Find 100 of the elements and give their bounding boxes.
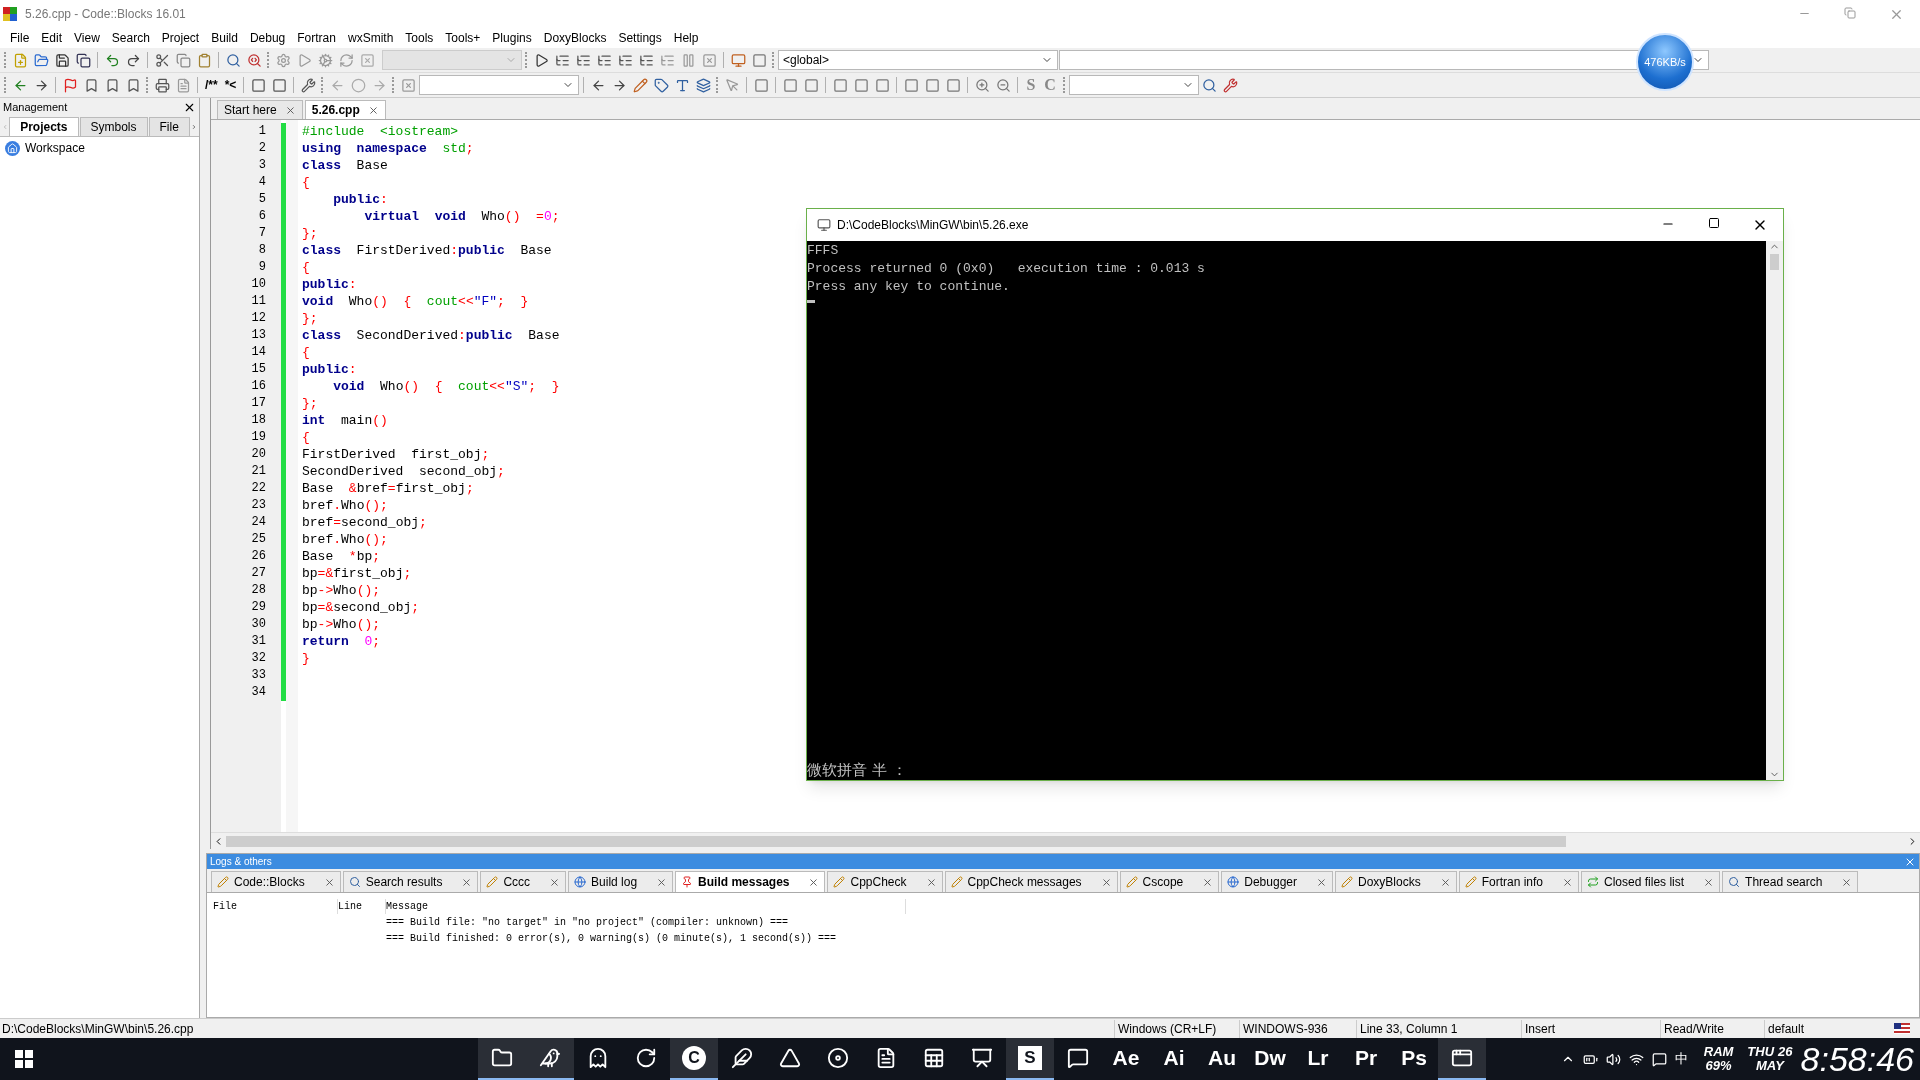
code-line: bref=second_obj; <box>302 514 427 531</box>
comment-button[interactable]: /** <box>202 76 221 94</box>
panel-tab[interactable]: Symbols <box>79 117 148 136</box>
code-line: bp->Who(); <box>302 582 381 599</box>
taskbar-app[interactable] <box>1438 1038 1486 1080</box>
log-tab[interactable]: Build messages <box>675 871 826 892</box>
scroll-thumb[interactable] <box>1770 254 1779 270</box>
page-icon <box>1125 876 1138 888</box>
globe-icon <box>1227 876 1240 888</box>
editor-tab[interactable]: Start here <box>217 100 303 119</box>
taskbar-app[interactable]: Dw <box>1246 1038 1294 1080</box>
close-icon <box>1316 876 1327 888</box>
menu-item[interactable]: Build <box>205 29 244 47</box>
menu-item[interactable]: Fortran <box>291 29 342 47</box>
log-tab[interactable]: Search results <box>342 871 479 892</box>
menu-item[interactable]: Search <box>105 29 156 47</box>
panel-tab[interactable]: Projects <box>9 117 79 136</box>
taskbar-app[interactable]: Ai <box>1150 1038 1198 1080</box>
console-line: Press any key to continue. <box>807 278 1011 296</box>
log-tab[interactable]: CppCheck <box>827 871 943 892</box>
log-tab[interactable]: Thread search <box>1722 871 1859 892</box>
vertical-scrollbar[interactable] <box>1766 241 1783 780</box>
log-tab[interactable]: Closed files list <box>1581 871 1721 892</box>
taskbar-app[interactable]: Au <box>1198 1038 1246 1080</box>
code-line: bref.Who(); <box>302 531 388 548</box>
line-number: 30 <box>251 616 266 633</box>
code-line: public: <box>302 361 357 378</box>
code-line: FirstDerived first_obj; <box>302 446 490 463</box>
speaker-icon[interactable] <box>1605 1051 1621 1067</box>
status-access: Read/Write <box>1660 1019 1764 1038</box>
menu-item[interactable]: Project <box>155 29 206 47</box>
status-line-endings: Windows (CR+LF) <box>1114 1019 1239 1038</box>
line-number: 14 <box>251 344 266 361</box>
log-tab[interactable]: Debugger <box>1221 871 1333 892</box>
line-number: 34 <box>251 684 266 701</box>
close-icon <box>808 876 820 888</box>
column-header[interactable]: File <box>213 898 338 914</box>
menu-item[interactable]: Edit <box>35 29 69 47</box>
menu-item[interactable]: View <box>68 29 106 47</box>
workspace-icon <box>5 140 20 156</box>
table-cell-text: === Build finished: 0 error(s), 0 warning(s) (0 minute(s), 1 second(s)) === <box>386 931 837 946</box>
panel-tab[interactable]: File <box>148 117 190 136</box>
date-label: 26 <box>1778 1045 1793 1059</box>
taskbar-app[interactable]: C <box>670 1038 718 1080</box>
taskbar-app[interactable]: Ae <box>1102 1038 1150 1080</box>
menu-item[interactable]: Debug <box>243 29 292 47</box>
maximize-icon[interactable] <box>1708 217 1720 229</box>
line-number: 20 <box>251 446 266 463</box>
menu-item[interactable]: Tools <box>399 29 440 47</box>
log-tab[interactable]: Code::Blocks <box>211 871 341 892</box>
month-label: MAY <box>1756 1059 1784 1073</box>
menu-item[interactable]: Help <box>667 29 705 47</box>
column-header[interactable]: Line <box>338 898 386 914</box>
ram-label: RAM <box>1703 1045 1734 1059</box>
log-tab[interactable]: Cscope <box>1119 871 1220 892</box>
menu-item[interactable]: Plugins <box>486 29 538 47</box>
column-header[interactable]: Message <box>386 898 906 914</box>
menu-item[interactable]: Tools+ <box>439 29 487 47</box>
menu-item[interactable]: DoxyBlocks <box>537 29 613 47</box>
taskbar-app[interactable]: Lr <box>1294 1038 1342 1080</box>
comment-button[interactable]: *< <box>221 76 240 94</box>
log-tab[interactable]: DoxyBlocks <box>1335 871 1457 892</box>
globe-icon <box>574 876 587 888</box>
taskbar-app[interactable] <box>526 1038 574 1080</box>
scope-dropdown[interactable]: <global> <box>778 50 1058 70</box>
log-tab[interactable]: Fortran info <box>1458 871 1580 892</box>
wifi-icon[interactable] <box>1628 1051 1644 1067</box>
code-line: bp=&first_obj; <box>302 565 412 582</box>
menu-item[interactable]: Settings <box>612 29 668 47</box>
folder-icon <box>491 1047 513 1069</box>
taskbar-app[interactable]: S <box>1006 1038 1054 1080</box>
taskbar-app[interactable]: Pr <box>1342 1038 1390 1080</box>
ime-indicator[interactable]: 中 <box>1674 1049 1688 1069</box>
chat-icon <box>1067 1047 1089 1069</box>
menu-item[interactable]: File <box>4 29 36 47</box>
line-number: 12 <box>251 310 266 327</box>
code-line: virtual void Who() =0; <box>363 208 560 225</box>
menu-item[interactable]: wxSmith <box>341 29 400 47</box>
line-number: 33 <box>251 667 266 684</box>
code-line: Base *bp; <box>302 548 381 565</box>
close-icon <box>284 104 296 116</box>
log-tab[interactable]: Build log <box>568 871 674 892</box>
close-icon <box>323 876 335 888</box>
editor-tab[interactable]: 5.26.cpp <box>304 100 386 119</box>
line-number: 7 <box>258 225 266 242</box>
log-tab[interactable]: CppCheck messages <box>944 871 1118 892</box>
taskbar-app[interactable] <box>478 1038 526 1080</box>
close-icon <box>925 876 937 888</box>
page-icon <box>217 876 229 888</box>
line-number: 11 <box>251 293 266 310</box>
bird-icon <box>731 1047 753 1069</box>
code-line: { <box>302 344 310 361</box>
line-number: 8 <box>258 242 266 259</box>
notification-icon[interactable] <box>1651 1051 1667 1067</box>
symbol-dropdown[interactable] <box>1059 50 1709 70</box>
log-tab[interactable]: Cccc <box>480 871 567 892</box>
code-line: public: <box>332 191 388 208</box>
taskbar-app[interactable]: Ps <box>1390 1038 1438 1080</box>
tree-item[interactable]: Workspace <box>25 139 85 157</box>
horizontal-scrollbar[interactable] <box>211 832 1920 849</box>
